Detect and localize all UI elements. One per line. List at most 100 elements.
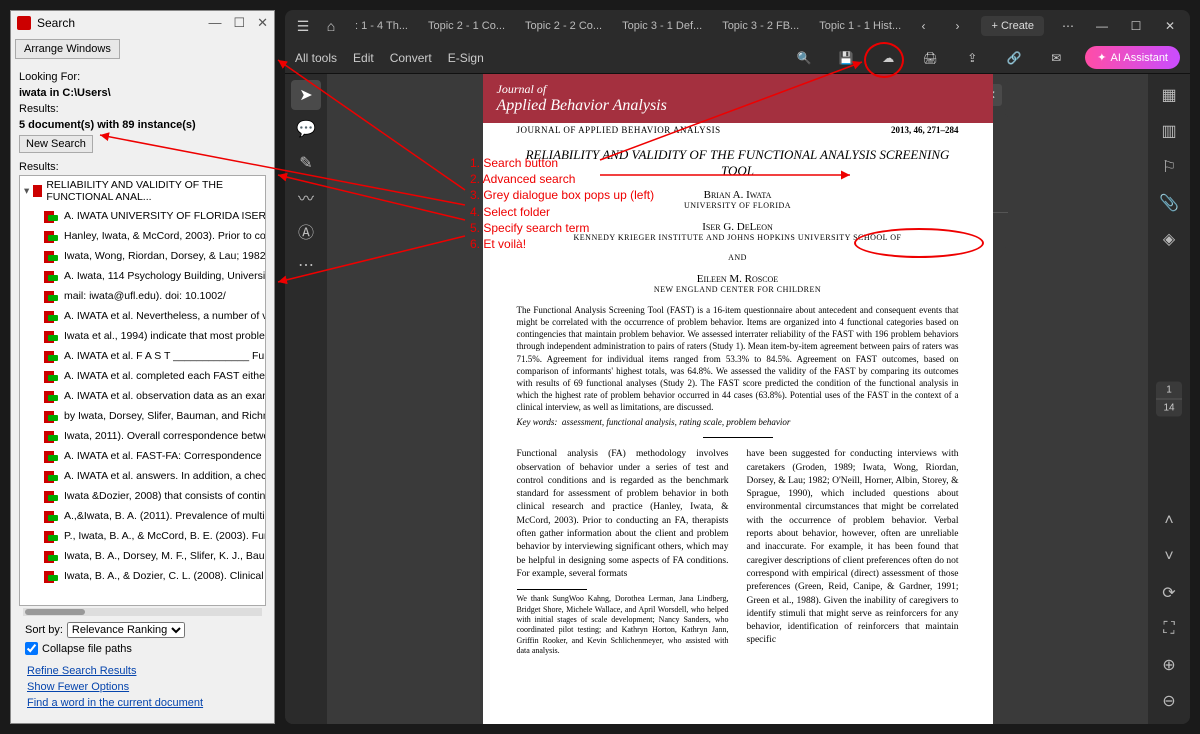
link-icon[interactable]: 🔗 [1001, 45, 1027, 71]
search-result-item[interactable]: Iwata, B. A., Dorsey, M. F., Slifer, K. … [20, 546, 265, 566]
document-tab[interactable]: : 1 - 4 Th... [345, 14, 418, 38]
more-icon[interactable]: ⋯ [1052, 14, 1084, 38]
result-document[interactable]: ▾ RELIABILITY AND VALIDITY OF THE FUNCTI… [20, 176, 265, 206]
result-icon [44, 569, 58, 583]
attachments-icon[interactable]: 📎 [1154, 188, 1184, 218]
comment-icon[interactable]: 💬 [291, 114, 321, 144]
save-icon[interactable]: 💾 [833, 45, 859, 71]
search-result-item[interactable]: A. IWATA et al. completed each FAST eith… [20, 366, 265, 386]
result-icon [44, 449, 58, 463]
close-button[interactable]: ✕ [257, 15, 268, 31]
search-result-item[interactable]: Iwata et al., 1994) indicate that most p… [20, 326, 265, 346]
search-result-item[interactable]: A. IWATA et al. FAST-FA: Correspondence … [20, 446, 265, 466]
convert-menu[interactable]: Convert [390, 51, 432, 65]
cloud-icon[interactable]: ☁ [875, 45, 901, 71]
result-icon [44, 549, 58, 563]
pdf-page: Journal of Applied Behavior Analysis JOU… [483, 74, 993, 724]
page-up-icon[interactable]: ˄ [1154, 506, 1184, 536]
ai-assistant-button[interactable]: ✦AI Assistant [1085, 46, 1180, 69]
fewer-options-link[interactable]: Show Fewer Options [27, 681, 258, 693]
arrange-windows-button[interactable]: Arrange Windows [15, 39, 120, 59]
result-icon [44, 349, 58, 363]
search-result-item[interactable]: A. IWATA UNIVERSITY OF FLORIDA ISER G. D… [20, 206, 265, 226]
home-icon[interactable]: ⌂ [317, 12, 345, 40]
affiliation: UNIVERSITY OF FLORIDA [517, 201, 959, 210]
maximize-icon[interactable]: ☐ [1120, 14, 1152, 38]
search-result-item[interactable]: Iwata &Dozier, 2008) that consists of co… [20, 486, 265, 506]
author-name: Eileen M. Roscoe [517, 273, 959, 285]
create-button[interactable]: + Create [981, 16, 1044, 36]
nav-back-icon[interactable]: ‹ [907, 14, 939, 38]
selection-tool-icon[interactable]: ➤ [291, 80, 321, 110]
share-icon[interactable]: ⇪ [959, 45, 985, 71]
menu-icon[interactable]: ☰ [289, 12, 317, 40]
page-down-icon[interactable]: ˅ [1154, 542, 1184, 572]
esign-menu[interactable]: E-Sign [448, 51, 484, 65]
layers-icon[interactable]: ◈ [1154, 224, 1184, 254]
zoom-in-icon[interactable]: ⊕ [1154, 650, 1184, 680]
all-tools-menu[interactable]: All tools [295, 51, 337, 65]
text-icon[interactable]: Ⓐ [291, 216, 321, 246]
minimize-button[interactable]: — [208, 15, 221, 31]
search-result-item[interactable]: Hanley, Iwata, & McCord, 2003). Prior to… [20, 226, 265, 246]
document-tab[interactable]: Topic 2 - 2 Co... [515, 14, 612, 38]
nav-forward-icon[interactable]: › [941, 14, 973, 38]
search-result-item[interactable]: A. Iwata, 114 Psychology Building, Unive… [20, 266, 265, 286]
print-icon[interactable]: 🖨 [917, 45, 943, 71]
draw-icon[interactable]: 〰 [291, 182, 321, 212]
minimize-icon[interactable]: — [1086, 14, 1118, 38]
sort-select[interactable]: Relevance Ranking [67, 622, 185, 638]
more-tools-icon[interactable]: ⋯ [291, 250, 321, 280]
thumbnails-icon[interactable]: ▥ [1154, 116, 1184, 146]
document-tab[interactable]: Topic 2 - 1 Co... [418, 14, 515, 38]
search-result-item[interactable]: P., Iwata, B. A., & McCord, B. E. (2003)… [20, 526, 265, 546]
result-icon [44, 229, 58, 243]
page-counter[interactable]: 1 14 [1156, 382, 1182, 417]
search-result-item[interactable]: mail: iwata@ufl.edu). doi: 10.1002/ [20, 286, 265, 306]
highlight-icon[interactable]: ✎ [291, 148, 321, 178]
search-result-item[interactable]: Iwata, B. A., & Dozier, C. L. (2008). Cl… [20, 566, 265, 586]
result-text: Iwata, 2011). Overall correspondence bet… [64, 430, 265, 442]
new-search-button[interactable]: New Search [19, 135, 93, 153]
collapse-paths-checkbox[interactable] [25, 642, 38, 655]
find-in-document-link[interactable]: Find a word in the current document [27, 697, 258, 709]
mail-icon[interactable]: ✉ [1043, 45, 1069, 71]
search-result-item[interactable]: Iwata, Wong, Riordan, Dorsey, & Lau; 198… [20, 246, 265, 266]
maximize-button[interactable]: ☐ [233, 15, 245, 31]
result-icon [44, 369, 58, 383]
fit-icon[interactable]: ⛶ [1154, 614, 1184, 644]
pdf-icon [33, 185, 42, 197]
journal-banner: Journal of Applied Behavior Analysis [483, 74, 993, 123]
search-result-item[interactable]: A. IWATA et al. answers. In addition, a … [20, 466, 265, 486]
search-result-item[interactable]: A. IWATA et al. observation data as an e… [20, 386, 265, 406]
window-title: Search [37, 16, 208, 30]
search-result-item[interactable]: by Iwata, Dorsey, Slifer, Bauman, and Ri… [20, 406, 265, 426]
refine-results-link[interactable]: Refine Search Results [27, 665, 258, 677]
document-tab[interactable]: Topic 1 - 1 Hist... [809, 14, 907, 38]
search-icon[interactable]: 🔍 [791, 45, 817, 71]
result-icon [44, 289, 58, 303]
edit-menu[interactable]: Edit [353, 51, 374, 65]
document-tab[interactable]: Topic 3 - 2 FB... [712, 14, 809, 38]
search-result-item[interactable]: A. IWATA et al. F A S T _____________ Fu… [20, 346, 265, 366]
document-viewport[interactable]: ⋯ ✕ Whole words Case sensitive Include b… [327, 74, 1148, 724]
result-text: Iwata, B. A., Dorsey, M. F., Slifer, K. … [64, 550, 265, 562]
search-result-item[interactable]: A. IWATA et al. Nevertheless, a number o… [20, 306, 265, 326]
close-icon[interactable]: ✕ [1154, 14, 1186, 38]
result-text: by Iwata, Dorsey, Slifer, Bauman, and Ri… [64, 410, 265, 422]
results-summary: 5 document(s) with 89 instance(s) [19, 119, 266, 131]
horizontal-scrollbar[interactable] [23, 608, 262, 616]
results-list[interactable]: ▾ RELIABILITY AND VALIDITY OF THE FUNCTI… [19, 175, 266, 606]
result-text: A. IWATA et al. FAST-FA: Correspondence … [64, 450, 265, 462]
panel-icon[interactable]: ▦ [1154, 80, 1184, 110]
current-page: 1 [1156, 382, 1182, 399]
search-result-item[interactable]: Iwata, 2011). Overall correspondence bet… [20, 426, 265, 446]
result-text: Iwata et al., 1994) indicate that most p… [64, 330, 265, 342]
bookmarks-icon[interactable]: ⚐ [1154, 152, 1184, 182]
collapse-icon[interactable]: ▾ [24, 185, 29, 197]
zoom-out-icon[interactable]: ⊖ [1154, 686, 1184, 716]
titlebar: ☰ ⌂ : 1 - 4 Th...Topic 2 - 1 Co...Topic … [285, 10, 1190, 42]
rotate-icon[interactable]: ⟳ [1154, 578, 1184, 608]
document-tab[interactable]: Topic 3 - 1 Def... [612, 14, 712, 38]
search-result-item[interactable]: A.,&Iwata, B. A. (2011). Prevalence of m… [20, 506, 265, 526]
